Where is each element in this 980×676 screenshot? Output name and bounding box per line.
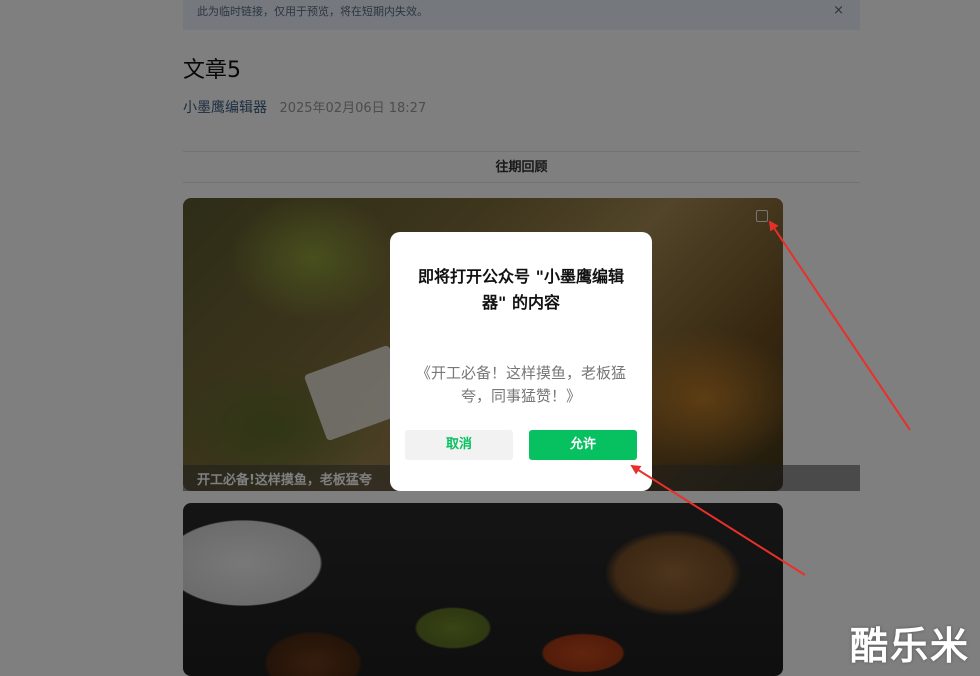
open-account-dialog: 即将打开公众号 "小墨鹰编辑器" 的内容 《开工必备！这样摸鱼，老板猛夸，同事猛…: [390, 232, 652, 491]
watermark-logo: 酷乐米: [849, 624, 970, 668]
dialog-title: 即将打开公众号 "小墨鹰编辑器" 的内容: [418, 267, 624, 312]
allow-button[interactable]: 允许: [529, 430, 637, 460]
cancel-button[interactable]: 取消: [405, 430, 513, 460]
dialog-description: 《开工必备！这样摸鱼，老板猛夸，同事猛赞！》: [415, 364, 626, 405]
